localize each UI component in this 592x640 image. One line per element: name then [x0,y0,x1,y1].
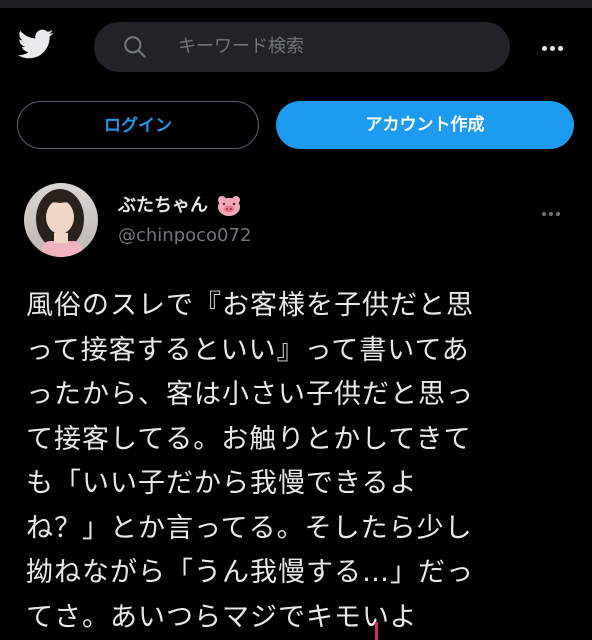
tweet-line: 拗ねながら「うん我慢する…」だっ [26,557,474,588]
twitter-bird-icon[interactable] [16,26,56,62]
scroll-marker [375,622,378,640]
pig-face-emoji [218,196,241,216]
tweet-line: てさ。あいつらマジでキモいよ [26,601,418,633]
tweet-text: 風俗のスレで『お客様を子供だと思 って接客するといい』って書いてあ ったから、客… [26,284,566,640]
search-input[interactable]: キーワード検索 [94,22,510,72]
tweet-line: ね？」とか言ってる。そしたら少し [26,512,473,544]
tweet-line: ったから、客は小さい子供だと思っ [26,379,474,410]
status-strip [0,0,592,8]
tweet-line: 風俗のスレで『お客様を子供だと思 [26,290,474,321]
tweet-header: ぶたちゃん @chinpoco072 [24,183,574,263]
login-button[interactable]: ログイン [17,101,259,149]
header: キーワード検索 [0,8,592,88]
signup-button[interactable]: アカウント作成 [276,101,574,149]
tweet-line: も「いい子だから我慢できるよ [26,468,418,499]
search-icon [124,36,146,58]
display-name[interactable]: ぶたちゃん [118,191,242,217]
avatar[interactable] [24,183,98,257]
tweet-line: て接客してる。お触りとかしてきて [26,423,472,455]
more-horizontal-icon[interactable] [540,36,570,56]
tweet-more-icon[interactable] [540,201,570,216]
user-handle[interactable]: @chinpoco072 [118,225,251,246]
tweet-line: って接客するといい』って書いてあ [26,334,470,366]
search-placeholder: キーワード検索 [178,36,304,57]
